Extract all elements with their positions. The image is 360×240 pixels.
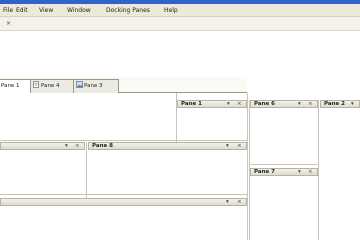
workspace [0, 31, 360, 240]
splitter[interactable] [318, 100, 319, 240]
pane-title: Pane 6 [254, 101, 275, 107]
tab-pane-3[interactable]: Pane 3 [73, 79, 119, 93]
splitter[interactable] [249, 100, 250, 240]
pane-title: Pane 1 [181, 101, 202, 107]
left-pane-header[interactable]: ▾ × [0, 142, 85, 150]
menu-help[interactable]: Help [164, 7, 178, 15]
close-icon[interactable]: × [237, 101, 242, 107]
pane-8-header[interactable]: Pane 8 ▾ × [88, 142, 247, 150]
splitter[interactable] [0, 140, 247, 141]
splitter[interactable] [247, 93, 248, 240]
menu-view[interactable]: View [39, 7, 53, 15]
close-icon[interactable]: × [237, 199, 242, 205]
splitter[interactable] [86, 142, 87, 198]
pane-6-header[interactable]: Pane 6 ▾ × [250, 100, 318, 108]
splitter[interactable] [0, 194, 247, 195]
menu-window[interactable]: Window [67, 7, 91, 15]
pane-title: Pane 7 [254, 169, 275, 175]
pin-icon[interactable]: ▾ [226, 199, 229, 205]
pane-title: Pane 2 [324, 101, 345, 107]
tab-label: Pane 1 [1, 83, 20, 89]
splitter[interactable] [176, 93, 177, 142]
pin-icon[interactable]: ▾ [65, 143, 68, 149]
pane-7-header[interactable]: Pane 7 ▾ × [250, 168, 318, 176]
pane-close-icon[interactable]: × [6, 20, 11, 27]
tab-label: Pane 4 [41, 83, 60, 89]
close-icon[interactable]: × [308, 101, 313, 107]
pane-title: Pane 8 [92, 143, 113, 149]
pin-icon[interactable]: ▾ [298, 169, 301, 175]
pin-icon[interactable]: ▾ [351, 101, 354, 107]
menu-bar: File Edit View Window Docking Panes Help [0, 4, 360, 17]
tab-bar: Pane 1 Pane 4 Pane 3 [0, 77, 247, 93]
tab-label: Pane 3 [84, 83, 103, 89]
menu-docking-panes[interactable]: Docking Panes [106, 7, 150, 15]
splitter[interactable] [250, 164, 318, 165]
top-pane-strip: × [0, 17, 360, 31]
close-icon[interactable]: × [75, 143, 80, 149]
pin-icon[interactable]: ▾ [227, 101, 230, 107]
pin-icon[interactable]: ▾ [298, 101, 301, 107]
menu-file[interactable]: File [3, 7, 13, 15]
pane-1-header[interactable]: Pane 1 ▾ × [177, 100, 247, 108]
menu-edit[interactable]: Edit [16, 7, 28, 15]
tab-pane-1[interactable]: Pane 1 [0, 79, 34, 93]
image-icon [76, 81, 83, 88]
bottom-pane-header[interactable]: ▾ × [0, 198, 247, 206]
close-icon[interactable]: × [308, 169, 313, 175]
document-icon [33, 81, 40, 88]
pin-icon[interactable]: ▾ [226, 143, 229, 149]
close-icon[interactable]: × [237, 143, 242, 149]
tab-pane-4[interactable]: Pane 4 [30, 79, 76, 93]
pane-2-header[interactable]: Pane 2 ▾ [320, 100, 360, 108]
